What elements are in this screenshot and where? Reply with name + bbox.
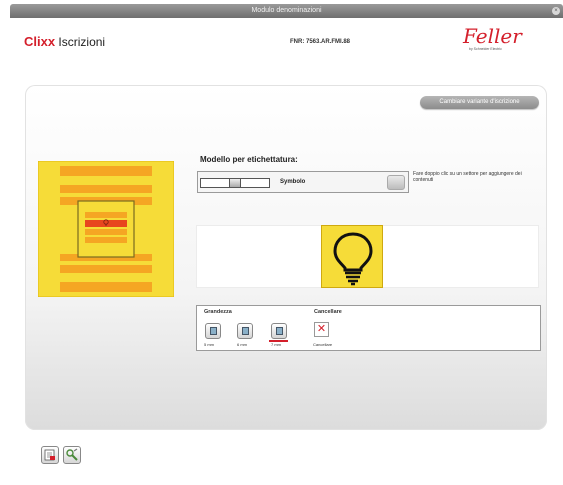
text-size-icon [210,327,217,335]
settings-button[interactable] [63,446,81,464]
size-5mm-button[interactable] [205,323,221,339]
label-field-lower-2[interactable] [60,265,152,273]
size-6mm-label: 6 mm [237,342,247,347]
text-size-icon [242,327,249,335]
stepper-handle[interactable] [229,178,241,188]
brand-clixx: Clixx [24,34,56,49]
close-icon[interactable]: × [552,7,560,15]
feller-logo-script: Feller [463,24,522,48]
window-title: Modulo denominazioni [251,7,322,14]
feller-logo-subtitle: by Schneider Electric [469,47,502,51]
window-titlebar: Modulo denominazioni × [10,4,563,18]
label-field-bottom[interactable] [60,282,152,292]
model-title: Modello per etichettatura: [200,155,298,164]
label-field-upper[interactable] [60,185,152,193]
symbol-preview[interactable] [321,225,383,288]
brand-module: Iscrizioni [58,35,106,49]
rocker-field-4[interactable] [85,237,127,243]
size-7mm-button[interactable] [271,323,287,339]
delete-group-title: Cancellare [314,309,342,315]
model-hint: Fare doppio clic su un settore per aggiu… [413,171,522,183]
print-button[interactable] [41,446,59,464]
change-variant-button[interactable]: Cambiare variante d'iscrizione [420,96,539,109]
app-brand: Clixx Iscrizioni [24,34,105,49]
dropdown-arrow-icon[interactable] [387,175,405,190]
red-x-icon: ✕ [316,323,327,335]
text-size-icon [276,327,283,335]
delete-label: Cancellare [313,342,333,347]
size-5mm-label: 5 mm [204,342,214,347]
delete-button[interactable]: ✕ [314,322,329,337]
feller-logo: Feller by Schneider Electric [463,24,533,60]
size-7mm-label: 7 mm [271,342,281,347]
rocker-field-1[interactable] [85,212,127,218]
model-selected-value: Symbolo [280,179,306,185]
light-bulb-icon [333,232,373,286]
switch-preview [38,161,174,297]
size-group-title: Grandezza [204,309,232,315]
label-field-top[interactable] [60,166,152,176]
tools-panel: Grandezza Cancellare 5 mm 6 mm 7 mm ✕ Ca… [196,305,541,351]
print-icon [44,449,55,461]
model-selector[interactable]: Symbolo [197,171,409,193]
tools-icon [66,448,78,461]
model-stepper[interactable] [200,178,270,188]
rocker-field-3[interactable] [85,229,127,235]
size-6mm-button[interactable] [237,323,253,339]
fnr-code: FNR: 7563.AR.FMI.88 [290,39,351,45]
